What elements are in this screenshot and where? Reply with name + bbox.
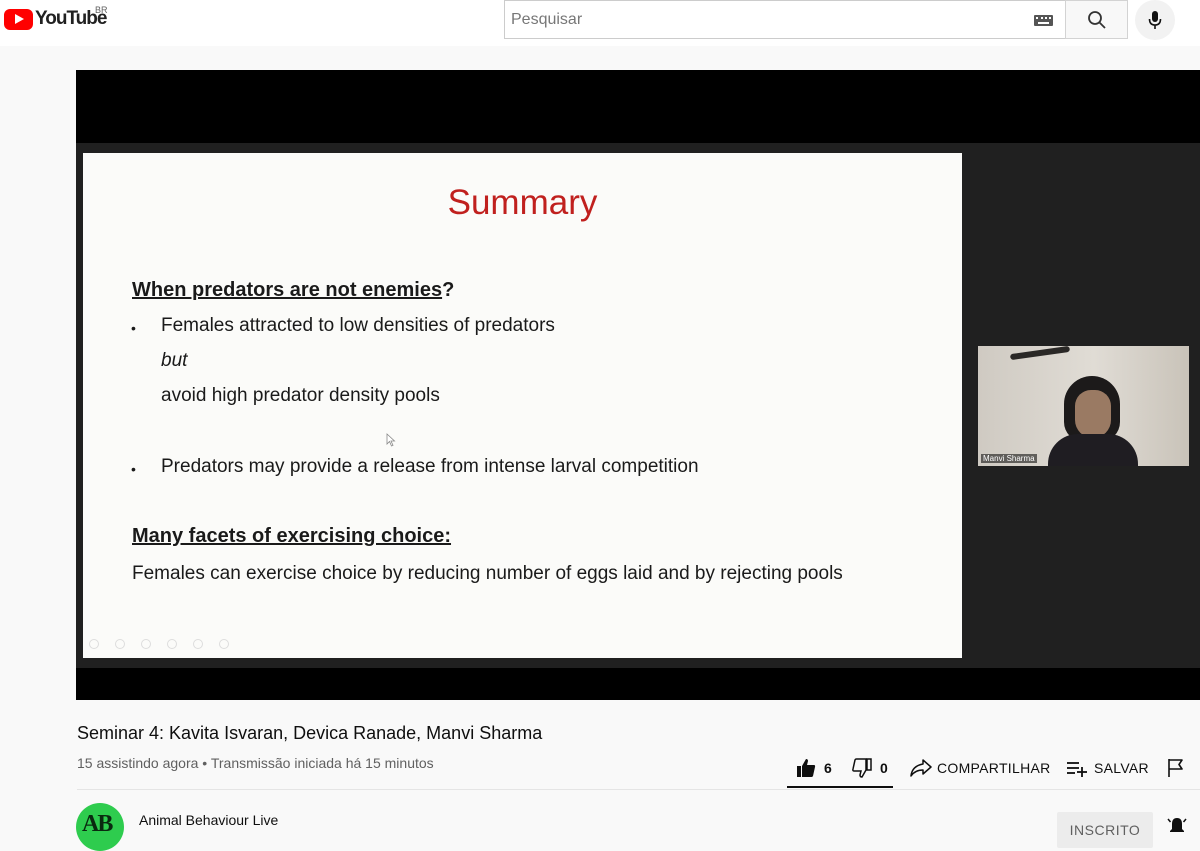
bullet-1: • (131, 320, 136, 336)
youtube-play-icon (4, 8, 33, 30)
add-to-playlist-icon (1067, 762, 1087, 777)
bullet-2-text: Predators may provide a release from int… (161, 456, 699, 477)
search-input[interactable] (505, 1, 1005, 38)
search-box (504, 0, 1066, 39)
top-bar: YouTube BR (0, 0, 1200, 46)
share-button[interactable]: COMPARTILHAR (910, 754, 1051, 782)
slide-heading-1: When predators are not enemies? (132, 279, 454, 302)
slide-pen-icon[interactable] (141, 639, 151, 649)
webcam-tile: Manvi Sharma (978, 346, 1189, 466)
participant-name: Manvi Sharma (981, 454, 1037, 463)
keyboard-icon[interactable] (1034, 15, 1053, 26)
video-meta: 15 assistindo agora • Transmissão inicia… (77, 755, 434, 771)
presentation-slide: Summary When predators are not enemies? … (83, 153, 962, 658)
slide-toolbar (89, 639, 229, 649)
slide-zoom-icon[interactable] (193, 639, 203, 649)
video-title: Seminar 4: Kavita Isvaran, Devica Ranade… (77, 723, 543, 743)
slide-title: Summary (447, 183, 598, 222)
save-button[interactable]: SALVAR (1066, 754, 1149, 782)
notification-bell-button[interactable] (1167, 816, 1187, 841)
slide-next-icon[interactable] (115, 639, 125, 649)
youtube-logo[interactable]: YouTube (4, 8, 107, 30)
bullet-2: • (131, 461, 136, 477)
like-button[interactable]: 6 (796, 754, 832, 782)
mouse-cursor-icon (386, 433, 396, 447)
flag-icon (1168, 759, 1183, 777)
slide-menu-icon[interactable] (167, 639, 177, 649)
participant-body (1048, 434, 1138, 466)
search-button[interactable] (1065, 0, 1128, 39)
bullet-1-line-1: Females attracted to low densities of pr… (161, 315, 555, 336)
bullet-1-line-2: but (161, 350, 188, 371)
subscribe-button[interactable]: INSCRITO (1057, 812, 1153, 848)
slide-more-icon[interactable] (219, 639, 229, 649)
channel-avatar[interactable]: AB (76, 803, 124, 851)
voice-search-button[interactable] (1135, 0, 1175, 40)
thumbs-down-icon (852, 758, 872, 778)
save-label: SALVAR (1094, 760, 1149, 776)
slide-heading-1-text: When predators are not enemies (132, 279, 443, 301)
slide-body-text: Females can exercise choice by reducing … (132, 563, 843, 584)
thumbs-up-icon (797, 759, 816, 777)
dislike-count: 0 (880, 760, 888, 776)
report-button[interactable] (1167, 754, 1185, 782)
microphone-icon (1148, 11, 1162, 29)
share-label: COMPARTILHAR (937, 760, 1051, 776)
channel-name[interactable]: Animal Behaviour Live (139, 812, 278, 828)
like-count: 6 (824, 760, 832, 776)
participant-face (1075, 390, 1111, 438)
dislike-button[interactable]: 0 (852, 754, 888, 782)
slide-prev-icon[interactable] (89, 639, 99, 649)
divider (77, 789, 1200, 790)
slide-heading-2: Many facets of exercising choice: (132, 525, 452, 547)
like-sentiment-bar (787, 786, 893, 788)
region-code: BR (95, 5, 108, 15)
bell-icon (1167, 818, 1187, 832)
slide-heading-1-suffix: ? (442, 279, 455, 301)
bullet-1-line-3: avoid high predator density pools (161, 385, 440, 406)
share-icon (910, 759, 932, 777)
search-icon (1087, 10, 1106, 29)
